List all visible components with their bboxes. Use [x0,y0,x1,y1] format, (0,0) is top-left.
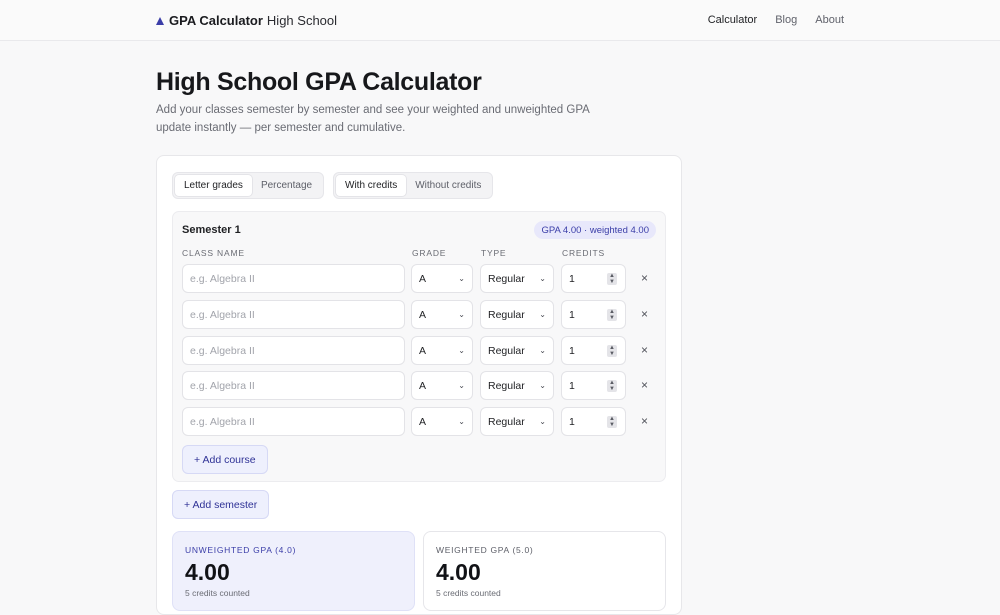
class-name-input[interactable]: e.g. Algebra II [182,300,405,329]
column-header-class-name: CLASS NAME [182,248,245,258]
page-subtitle: Add your classes semester by semester an… [156,104,590,134]
chevron-down-icon: ⌄ [539,417,546,426]
credits-value: 1 [569,415,575,428]
type-select[interactable]: Regular ⌄ [480,300,554,329]
grade-select[interactable]: A ⌄ [411,371,473,400]
credits-value: 1 [569,379,575,392]
brand[interactable]: GPA Calculator High School [156,13,337,28]
nav-link-about[interactable]: About [815,14,844,26]
class-name-input[interactable]: e.g. Algebra II [182,407,405,436]
credits-input[interactable]: 1 ▲ ▼ [561,407,626,436]
chevron-down-icon: ⌄ [458,381,465,390]
unweighted-gpa-label: UNWEIGHTED GPA (4.0) [185,545,297,555]
remove-course-button[interactable]: × [641,307,648,321]
column-header-type: TYPE [481,248,507,258]
type-value: Regular [488,272,525,285]
triangle-logo-icon [156,16,164,25]
chevron-down-icon: ⌄ [458,346,465,355]
toggle-letter-grades[interactable]: Letter grades [175,175,252,196]
class-name-input[interactable]: e.g. Algebra II [182,336,405,365]
type-value: Regular [488,415,525,428]
nav-link-blog[interactable]: Blog [775,14,797,26]
credits-input[interactable]: 1 ▲ ▼ [561,264,626,293]
grade-mode-toggle: Letter grades Percentage [172,172,325,199]
semester-gpa-badge: GPA 4.00 · weighted 4.00 [534,221,656,239]
nav-link-calculator[interactable]: Calculator [708,14,758,26]
type-select[interactable]: Regular ⌄ [480,371,554,400]
weighted-gpa-card: WEIGHTED GPA (5.0) 4.00 5 credits counte… [423,531,666,611]
weighted-credits-counted: 5 credits counted [436,588,501,598]
add-semester-button[interactable]: + Add semester [172,490,270,519]
grade-select[interactable]: A ⌄ [411,300,473,329]
credits-input[interactable]: 1 ▲ ▼ [561,300,626,329]
grade-value: A [419,415,427,428]
stepper-icon[interactable]: ▲ ▼ [607,416,617,428]
weighted-gpa-value: 4.00 [436,559,481,585]
weighted-gpa-label: WEIGHTED GPA (5.0) [436,545,534,555]
credit-mode-toggle: With credits Without credits [333,172,494,199]
grade-value: A [419,379,427,392]
toggle-without-credits[interactable]: Without credits [406,175,490,196]
credits-input[interactable]: 1 ▲ ▼ [561,371,626,400]
class-name-input[interactable]: e.g. Algebra II [182,264,405,293]
unweighted-credits-counted: 5 credits counted [185,588,250,598]
unweighted-gpa-value: 4.00 [185,559,230,585]
main-nav: Calculator Blog About [708,14,844,26]
type-value: Regular [488,344,525,357]
top-bar [0,0,1000,41]
unweighted-gpa-card: UNWEIGHTED GPA (4.0) 4.00 5 credits coun… [172,531,415,611]
add-course-button[interactable]: + Add course [182,445,268,474]
chevron-down-icon: ⌄ [539,346,546,355]
stepper-icon[interactable]: ▲ ▼ [607,273,617,285]
chevron-down-icon: ⌄ [458,417,465,426]
chevron-down-icon: ⌄ [458,310,465,319]
stepper-icon[interactable]: ▲ ▼ [607,309,617,321]
grade-value: A [419,344,427,357]
remove-course-button[interactable]: × [641,271,648,285]
column-header-credits: CREDITS [562,248,605,258]
grade-select[interactable]: A ⌄ [411,336,473,365]
stepper-icon[interactable]: ▲ ▼ [607,380,617,392]
remove-course-button[interactable]: × [641,378,648,392]
column-header-grade: GRADE [412,248,447,258]
brand-suffix: High School [266,13,338,28]
credits-value: 1 [569,272,575,285]
toggle-percentage[interactable]: Percentage [252,175,321,196]
type-select[interactable]: Regular ⌄ [480,407,554,436]
brand-name: GPA Calculator [169,13,263,28]
stepper-icon[interactable]: ▲ ▼ [607,345,617,357]
chevron-down-icon: ⌄ [539,274,546,283]
class-name-input[interactable]: e.g. Algebra II [182,371,405,400]
remove-course-button[interactable]: × [641,343,648,357]
grade-value: A [419,308,427,321]
chevron-down-icon: ⌄ [539,310,546,319]
credits-input[interactable]: 1 ▲ ▼ [561,336,626,365]
credits-value: 1 [569,344,575,357]
chevron-down-icon: ⌄ [539,381,546,390]
credits-value: 1 [569,308,575,321]
type-value: Regular [488,308,525,321]
semester-title: Semester 1 [182,224,241,236]
remove-course-button[interactable]: × [641,414,648,428]
type-select[interactable]: Regular ⌄ [480,336,554,365]
grade-select[interactable]: A ⌄ [411,264,473,293]
type-select[interactable]: Regular ⌄ [480,264,554,293]
page-title: High School GPA Calculator [156,68,482,96]
grade-value: A [419,272,427,285]
grade-select[interactable]: A ⌄ [411,407,473,436]
toggle-with-credits[interactable]: With credits [336,175,407,196]
chevron-down-icon: ⌄ [458,274,465,283]
type-value: Regular [488,379,525,392]
